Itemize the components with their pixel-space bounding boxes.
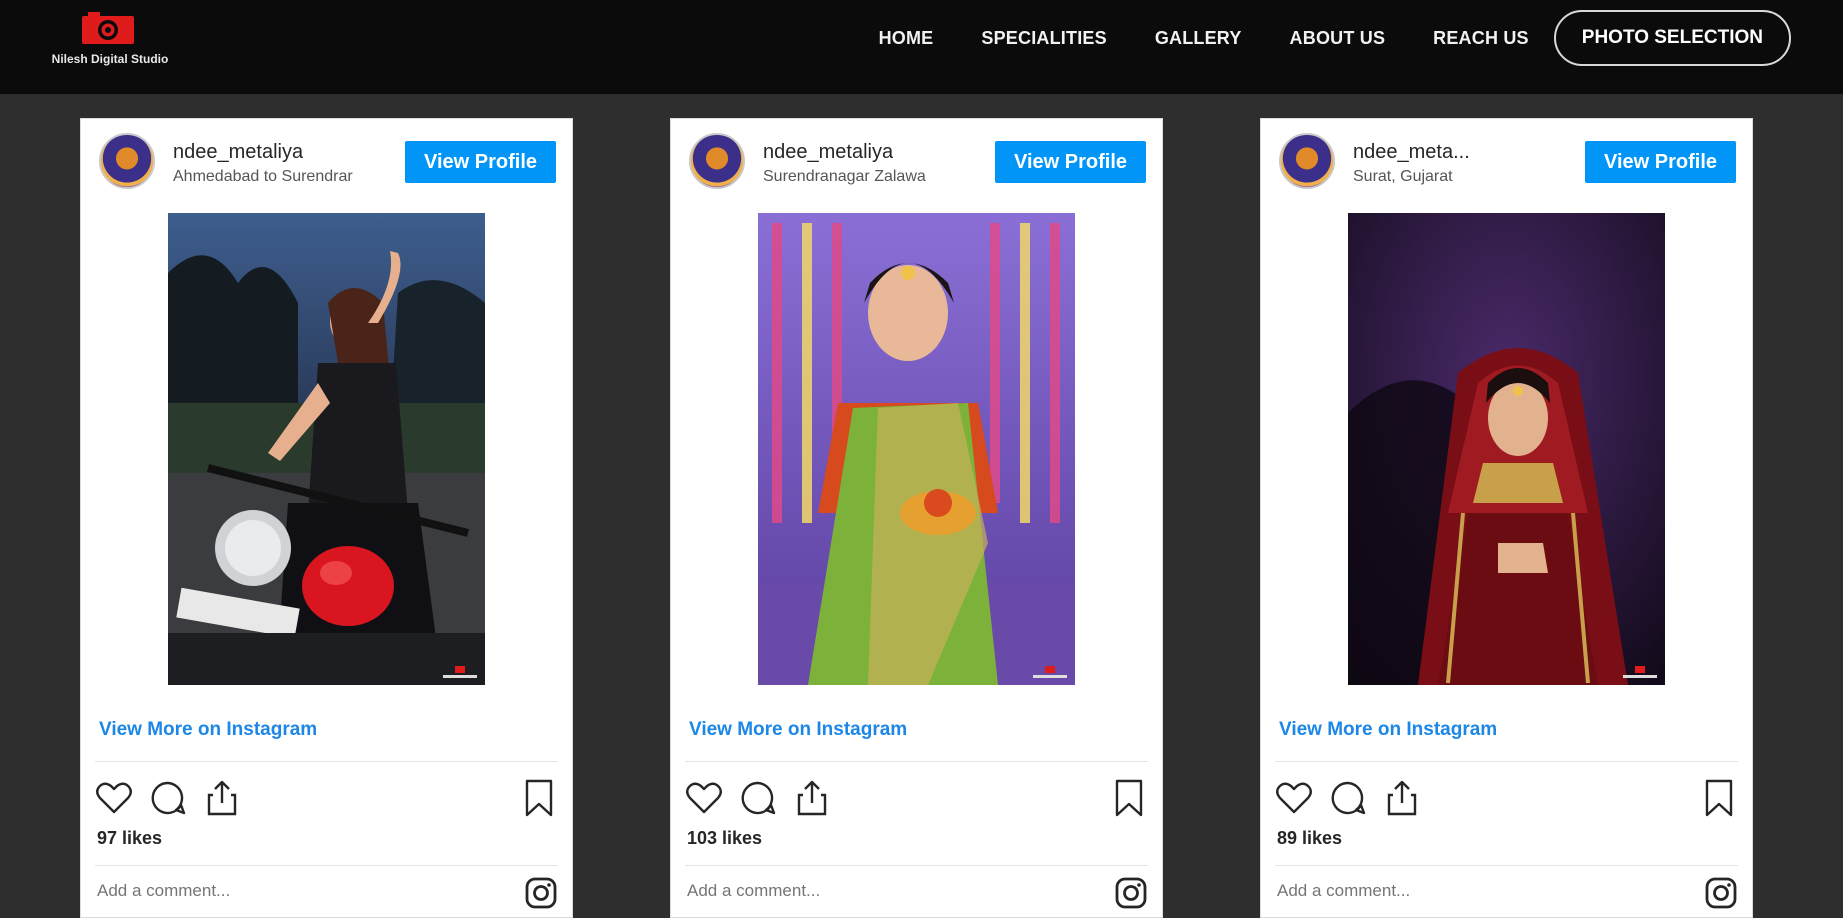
post-actions — [93, 771, 560, 821]
comment-input[interactable] — [95, 879, 395, 903]
view-profile-button[interactable]: View Profile — [995, 141, 1146, 183]
photo-selection-button[interactable]: PHOTO SELECTION — [1553, 10, 1791, 66]
nav-about-us[interactable]: ABOUT US — [1290, 28, 1386, 49]
like-count: 89 likes — [1277, 828, 1343, 848]
main-nav: HOME SPECIALITIES GALLERY ABOUT US REACH… — [831, 10, 1791, 66]
top-navigation: Nilesh Digital Studio HOME SPECIALITIES … — [0, 0, 1843, 94]
post-actions — [683, 771, 1150, 821]
comment-input[interactable] — [685, 879, 985, 903]
instagram-icon[interactable] — [524, 876, 558, 910]
like-count: 103 likes — [687, 828, 763, 848]
photo-woman-motorbike-icon — [168, 213, 485, 685]
divider — [685, 865, 1148, 866]
post-username[interactable]: ndee_metaliya — [173, 141, 303, 164]
post-header: ndee_metaliya Surendranagar Zalawa View … — [671, 119, 1162, 209]
share-icon[interactable] — [1381, 777, 1423, 819]
comment-bubble-icon[interactable] — [1327, 777, 1369, 819]
avatar[interactable] — [1279, 133, 1335, 189]
post-header: ndee_meta... Surat, Gujarat View Profile — [1261, 119, 1752, 209]
bookmark-icon[interactable] — [518, 777, 560, 819]
view-more-instagram-link[interactable]: View More on Instagram — [689, 719, 907, 741]
photo-woman-saree-icon — [758, 213, 1075, 685]
instagram-icon[interactable] — [1114, 876, 1148, 910]
avatar[interactable] — [689, 133, 745, 189]
comment-bubble-icon[interactable] — [737, 777, 779, 819]
logo-text: Nilesh Digital Studio — [51, 52, 169, 66]
nav-home[interactable]: HOME — [879, 28, 934, 49]
instagram-post-card: ndee_meta... Surat, Gujarat View Profile — [1260, 118, 1753, 918]
camera-logo-icon — [82, 12, 134, 44]
post-username[interactable]: ndee_metaliya — [763, 141, 893, 164]
post-location[interactable]: Surat, Gujarat — [1353, 168, 1453, 186]
nav-gallery[interactable]: GALLERY — [1155, 28, 1242, 49]
divider — [685, 761, 1148, 762]
like-heart-icon[interactable] — [683, 777, 725, 819]
divider — [1275, 761, 1738, 762]
instagram-post-card: ndee_metaliya Surendranagar Zalawa View … — [670, 118, 1163, 918]
bookmark-icon[interactable] — [1698, 777, 1740, 819]
post-location[interactable]: Surendranagar Zalawa — [763, 168, 926, 186]
photo-bride-red-icon — [1348, 213, 1665, 685]
share-icon[interactable] — [201, 777, 243, 819]
divider — [95, 761, 558, 762]
like-heart-icon[interactable] — [93, 777, 135, 819]
studio-watermark-icon — [1623, 666, 1657, 678]
like-heart-icon[interactable] — [1273, 777, 1315, 819]
studio-logo[interactable]: Nilesh Digital Studio — [40, 8, 180, 72]
post-actions — [1273, 771, 1740, 821]
view-more-instagram-link[interactable]: View More on Instagram — [99, 719, 317, 741]
studio-watermark-icon — [1033, 666, 1067, 678]
view-profile-button[interactable]: View Profile — [405, 141, 556, 183]
divider — [1275, 865, 1738, 866]
like-count: 97 likes — [97, 828, 163, 848]
post-username[interactable]: ndee_meta... — [1353, 141, 1470, 164]
avatar[interactable] — [99, 133, 155, 189]
post-photo[interactable] — [168, 213, 485, 685]
instagram-post-card: ndee_metaliya Ahmedabad to Surendrar Vie… — [80, 118, 573, 918]
comment-bubble-icon[interactable] — [147, 777, 189, 819]
share-icon[interactable] — [791, 777, 833, 819]
view-profile-button[interactable]: View Profile — [1585, 141, 1736, 183]
instagram-icon[interactable] — [1704, 876, 1738, 910]
view-more-instagram-link[interactable]: View More on Instagram — [1279, 719, 1497, 741]
bookmark-icon[interactable] — [1108, 777, 1150, 819]
studio-watermark-icon — [443, 666, 477, 678]
divider — [95, 865, 558, 866]
post-location[interactable]: Ahmedabad to Surendrar — [173, 168, 353, 186]
post-header: ndee_metaliya Ahmedabad to Surendrar Vie… — [81, 119, 572, 209]
post-photo[interactable] — [758, 213, 1075, 685]
nav-reach-us[interactable]: REACH US — [1433, 28, 1529, 49]
comment-input[interactable] — [1275, 879, 1575, 903]
post-photo[interactable] — [1348, 213, 1665, 685]
nav-specialities[interactable]: SPECIALITIES — [981, 28, 1106, 49]
